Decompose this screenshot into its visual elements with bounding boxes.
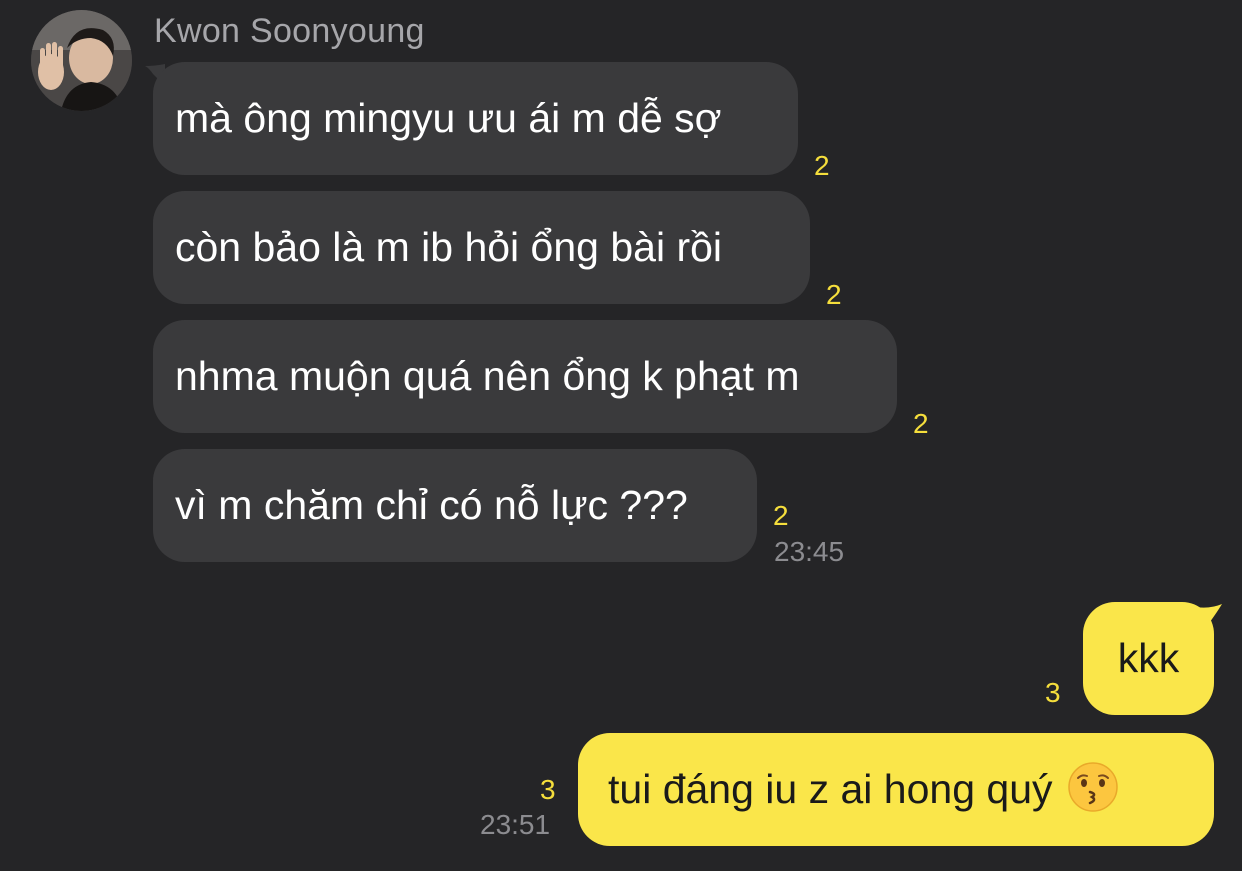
sender-name: Kwon Soonyoung [154,12,425,50]
unread-count: 2 [814,150,830,181]
incoming-message-bubble[interactable]: mà ông mingyu ưu ái m dễ sợ [153,62,798,175]
sender-avatar[interactable] [31,10,132,111]
message-text: mà ông mingyu ưu ái m dễ sợ [175,95,722,141]
message-timestamp: 23:51 [480,809,551,840]
message-text: tui đáng iu z ai hong quý [608,766,1053,812]
incoming-message-bubble[interactable]: nhma muộn quá nên ổng k phạt m [153,320,897,433]
outgoing-message-bubble[interactable]: tui đáng iu z ai hong quý [578,733,1214,846]
incoming-message-bubble[interactable]: vì m chăm chỉ có nỗ lực ??? [153,449,757,562]
kissing-face-emoji [1067,762,1118,812]
message-timestamp: 23:45 [774,536,845,567]
unread-count: 2 [773,500,789,531]
outgoing-message-bubble[interactable]: kkk [1083,602,1214,715]
unread-count: 3 [540,774,556,805]
unread-count: 3 [1045,677,1061,708]
message-text: còn bảo là m ib hỏi ổng bài rồi [175,224,723,270]
unread-count: 2 [826,279,842,310]
message-text: nhma muộn quá nên ổng k phạt m [175,353,800,399]
message-text: vì m chăm chỉ có nỗ lực ??? [175,482,688,528]
message-text: kkk [1117,635,1180,681]
incoming-message-bubble[interactable]: còn bảo là m ib hỏi ổng bài rồi [153,191,810,304]
unread-count: 2 [913,408,929,439]
